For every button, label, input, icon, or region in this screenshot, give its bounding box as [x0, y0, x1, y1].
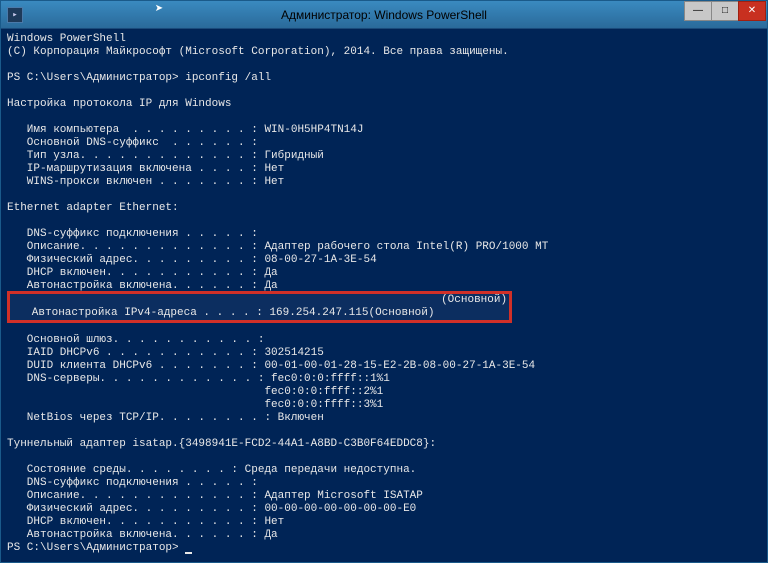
ipconfig-title: Настройка протокола IP для Windows [7, 98, 231, 110]
powershell-window: ▸ Администратор: Windows PowerShell — □ … [0, 0, 768, 563]
window-title: Администратор: Windows PowerShell [281, 8, 487, 22]
dns-server-3: fec0:0:0:ffff::3%1 [7, 399, 383, 411]
dns-server-1: fec0:0:0:ffff::1%1 [271, 373, 390, 385]
maximize-button[interactable]: □ [711, 1, 739, 21]
titlebar[interactable]: ▸ Администратор: Windows PowerShell — □ … [1, 1, 767, 29]
duid: 00-01-00-01-28-15-E2-2B-08-00-27-1A-3E-5… [264, 360, 535, 372]
tun-mac: 00-00-00-00-00-00-00-E0 [264, 503, 416, 515]
media-state: Среда передачи недоступна. [245, 464, 417, 476]
dns-server-2: fec0:0:0:ffff::2%1 [7, 386, 383, 398]
eth-mac: 08-00-27-1A-3E-54 [264, 254, 376, 266]
eth-description: Адаптер рабочего стола Intel(R) PRO/1000… [264, 241, 548, 253]
ethernet-adapter-title: Ethernet adapter Ethernet: [7, 202, 179, 214]
iaid: 302514215 [264, 347, 323, 359]
host-name: WIN-0H5HP4TN14J [264, 124, 363, 136]
close-button[interactable]: ✕ [738, 1, 766, 21]
terminal-output[interactable]: Windows PowerShell (C) Корпорация Майкро… [1, 29, 767, 562]
window-controls: — □ ✕ [685, 1, 766, 21]
tunnel-adapter-title: Туннельный адаптер isatap.{3498941E-FCD2… [7, 438, 436, 450]
prompt-line: PS C:\Users\Администратор> ipconfig /all [7, 72, 271, 84]
cursor-icon [185, 552, 192, 554]
ipv4-address: 169.254.247.115(Основной) [269, 307, 434, 319]
app-icon: ▸ [7, 7, 23, 23]
minimize-button[interactable]: — [684, 1, 712, 21]
ps-copyright: (C) Корпорация Майкрософт (Microsoft Cor… [7, 46, 509, 58]
tun-description: Адаптер Microsoft ISATAP [264, 490, 422, 502]
prompt-line-2: PS C:\Users\Администратор> [7, 542, 185, 554]
ps-header: Windows PowerShell [7, 33, 126, 45]
highlighted-rows: (Основной) Автонастройка IPv4-адреса . .… [7, 291, 512, 323]
node-type: Гибридный [264, 150, 323, 162]
